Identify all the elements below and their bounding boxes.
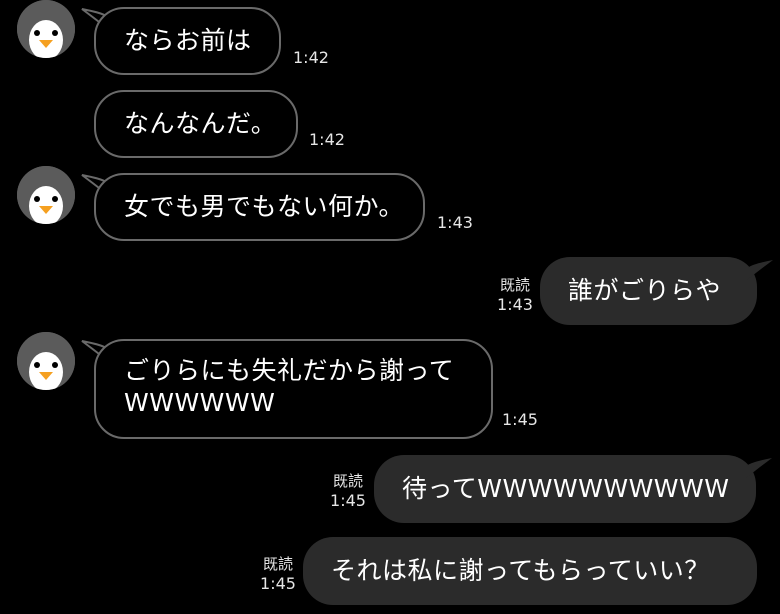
message-meta: 既読 1:43 bbox=[490, 275, 540, 315]
message-bubble[interactable]: ごりらにも失礼だから謝って WWWWWW bbox=[94, 339, 493, 439]
message-time: 1:42 bbox=[293, 48, 329, 67]
message-time: 1:45 bbox=[260, 574, 296, 593]
message-bubble[interactable]: 女でも男でもない何か。 bbox=[94, 173, 425, 241]
message-time: 1:42 bbox=[309, 130, 345, 149]
message-text: ごりらにも失礼だから謝って WWWWWW bbox=[124, 356, 455, 417]
message-time: 1:45 bbox=[330, 491, 366, 510]
penguin-icon bbox=[17, 332, 75, 390]
message-bubble[interactable]: ならお前は bbox=[94, 7, 281, 75]
message-bubble[interactable]: 待ってWWWWWWWWWW bbox=[374, 455, 756, 523]
penguin-avatar[interactable] bbox=[17, 166, 75, 224]
penguin-avatar[interactable] bbox=[17, 0, 75, 58]
message-text: 誰がごりらや bbox=[568, 276, 722, 305]
message-time: 1:45 bbox=[502, 410, 538, 429]
penguin-icon bbox=[17, 0, 75, 58]
read-receipt: 既読 bbox=[332, 472, 363, 490]
bubble-tail bbox=[747, 260, 773, 280]
message-text: 待ってWWWWWWWWWW bbox=[402, 474, 730, 503]
read-receipt: 既読 bbox=[499, 276, 530, 294]
message-text: なんなんだ。 bbox=[124, 109, 277, 138]
message-meta: 既読 1:45 bbox=[253, 554, 303, 594]
message-bubble[interactable]: なんなんだ。 bbox=[94, 90, 298, 158]
message-text: 女でも男でもない何か。 bbox=[124, 192, 405, 221]
message-text: ならお前は bbox=[124, 26, 252, 55]
message-time: 1:43 bbox=[437, 213, 473, 232]
message-bubble[interactable]: 誰がごりらや bbox=[540, 257, 757, 325]
message-meta: 既読 1:45 bbox=[323, 471, 373, 511]
message-bubble[interactable]: それは私に謝ってもらっていい？ bbox=[303, 537, 757, 605]
message-time: 1:43 bbox=[497, 295, 533, 314]
read-receipt: 既読 bbox=[262, 555, 293, 573]
penguin-avatar[interactable] bbox=[17, 332, 75, 390]
bubble-tail bbox=[746, 458, 772, 478]
penguin-icon bbox=[17, 166, 75, 224]
message-text: それは私に謝ってもらっていい？ bbox=[331, 556, 710, 585]
